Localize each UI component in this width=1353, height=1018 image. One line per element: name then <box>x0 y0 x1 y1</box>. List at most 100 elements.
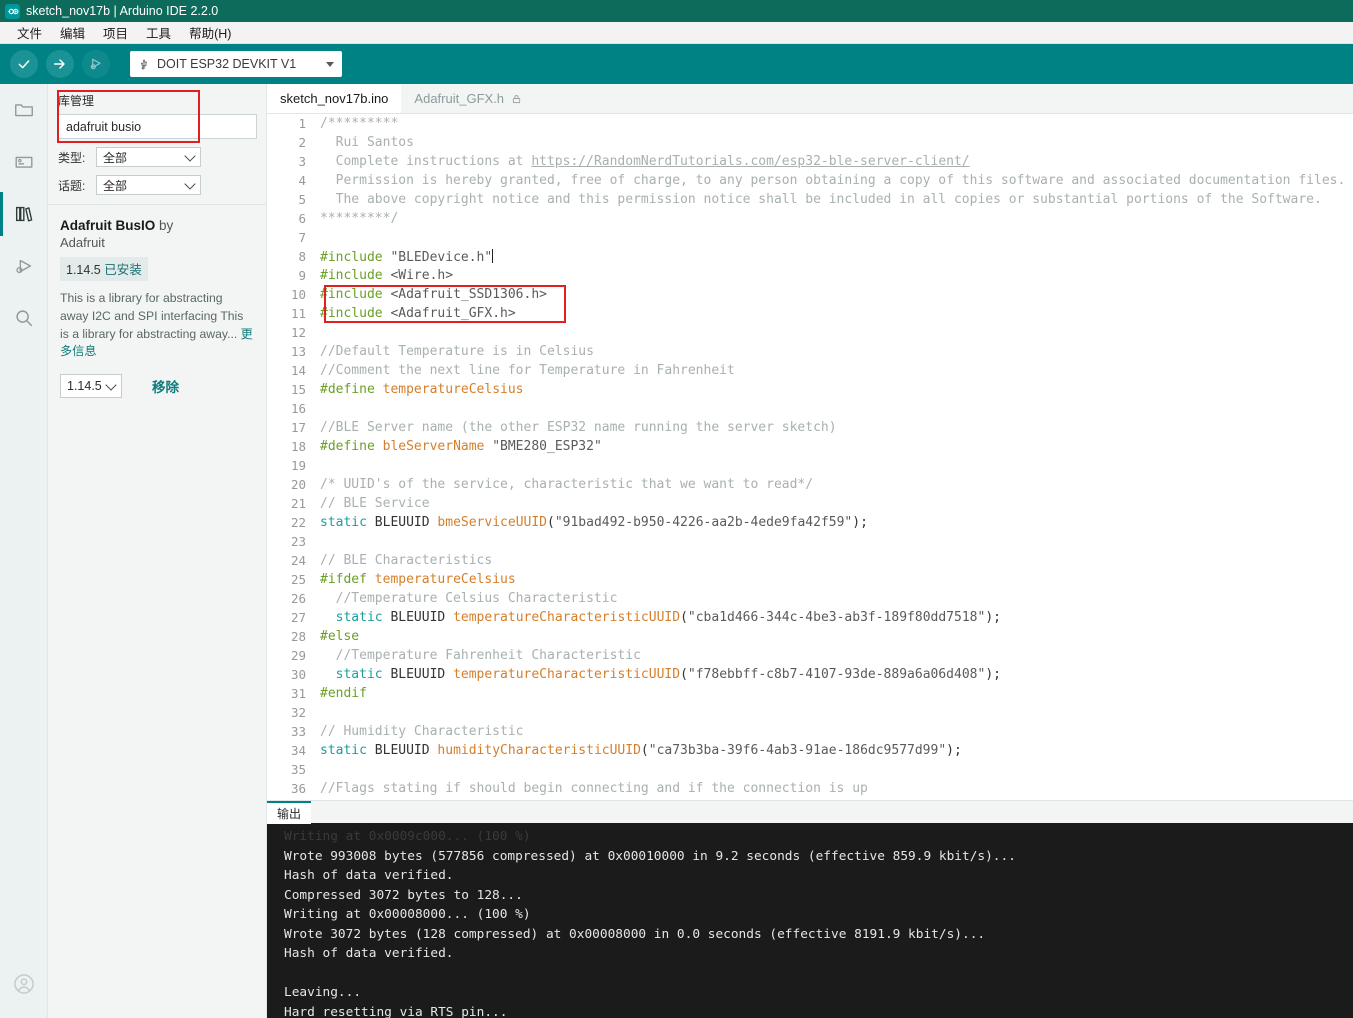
filter-topic[interactable]: 全部 <box>96 175 201 195</box>
code-line: 19 <box>267 456 1353 475</box>
code-line: 36 //Flags stating if should begin connec… <box>267 779 1353 798</box>
menu-file[interactable]: 文件 <box>8 23 51 42</box>
sidebar-item-search[interactable] <box>0 292 48 344</box>
filter-topic-label: 话题: <box>58 178 86 193</box>
remove-button[interactable]: 移除 <box>152 376 179 396</box>
line-number: 19 <box>290 458 306 473</box>
tab-sketch-ino[interactable]: sketch_nov17b.ino <box>267 84 402 113</box>
library-name-row: Adafruit BusIO by <box>60 217 254 235</box>
sidebar-item-debug[interactable] <box>0 240 48 292</box>
code-line: 34 static BLEUUID humidityCharacteristicU… <box>267 741 1353 760</box>
main-toolbar: DOIT ESP32 DEVKIT V1 <box>0 44 1353 84</box>
code-line: 5 The above copyright notice and this pe… <box>267 190 1353 209</box>
editor-tab-bar: sketch_nov17b.ino Adafruit_GFX.h <box>267 84 1353 114</box>
tab-output[interactable]: 输出 <box>267 800 312 824</box>
code-text: #include <Wire.h> <box>320 268 454 283</box>
library-search-value: adafruit busio <box>66 119 142 134</box>
code-lines: 1/********* 2 Rui Santos 3 Complete instru… <box>267 114 1353 798</box>
output-console[interactable]: Writing at 0x0009c000... (100 %) Wrote 99… <box>267 823 1353 1018</box>
sidebar-item-boards-manager[interactable] <box>0 136 48 188</box>
code-text: //Flags stating if should begin connecti… <box>320 781 868 796</box>
menu-edit[interactable]: 编辑 <box>51 23 94 42</box>
code-text: static BLEUUID temperatureCharacteristic… <box>335 667 1001 682</box>
code-text: static BLEUUID temperatureCharacteristic… <box>335 610 1001 625</box>
sidebar-item-library-manager[interactable] <box>0 188 48 240</box>
line-number: 29 <box>290 648 306 663</box>
output-tab-bar: 输出 <box>267 800 1353 824</box>
code-line: 20 /* UUID's of the service, characterist… <box>267 475 1353 494</box>
output-line: Hash of data verified. <box>284 946 454 961</box>
code-line: 4 Permission is hereby granted, free of … <box>267 171 1353 190</box>
output-line: Wrote 993008 bytes (577856 compressed) a… <box>284 848 1016 864</box>
code-text: #define temperatureCelsius <box>320 382 524 397</box>
verify-button[interactable] <box>10 50 38 78</box>
menu-tools[interactable]: 工具 <box>137 23 180 42</box>
version-selector[interactable]: 1.14.5 <box>60 373 122 398</box>
code-line: 10 #include <Adafruit_SSD1306.h> <box>267 285 1353 304</box>
chevron-down-icon <box>184 178 196 190</box>
board-selector[interactable]: DOIT ESP32 DEVKIT V1 <box>130 51 342 77</box>
code-line: 17 //BLE Server name (the other ESP32 nam… <box>267 418 1353 437</box>
account-circle-icon[interactable] <box>0 960 48 1008</box>
code-line: 3 Complete instructions at https://Rando… <box>267 152 1353 171</box>
code-text: #include <Adafruit_GFX.h> <box>320 306 516 321</box>
library-search-input[interactable]: adafruit busio <box>58 114 257 139</box>
code-line: 32 <box>267 703 1353 722</box>
filter-type-value: 全部 <box>103 150 128 165</box>
line-number: 16 <box>290 401 306 416</box>
sidebar-item-sketchbook[interactable] <box>0 84 48 136</box>
lock-icon <box>511 93 522 105</box>
arduino-ide-window: sketch_nov17b | Arduino IDE 2.2.0 文件 编辑 … <box>0 0 1353 1018</box>
filter-topic-value: 全部 <box>103 178 128 193</box>
code-line: 13 //Default Temperature is in Celsius <box>267 342 1353 361</box>
output-line: Leaving... <box>284 985 362 1000</box>
line-number: 31 <box>290 686 306 701</box>
line-number: 27 <box>290 610 306 625</box>
output-line: Writing at 0x00008000... (100 %) <box>284 907 531 922</box>
code-text: /* UUID's of the service, characteristic… <box>320 477 814 492</box>
line-number: 33 <box>290 724 306 739</box>
code-line: 25 #ifdef temperatureCelsius <box>267 570 1353 589</box>
code-text: //Temperature Celsius Characteristic <box>320 591 618 606</box>
line-number: 30 <box>290 667 306 682</box>
code-text: //Default Temperature is in Celsius <box>320 344 594 359</box>
menu-help[interactable]: 帮助(H) <box>180 23 240 42</box>
library-name: Adafruit BusIO <box>60 218 156 233</box>
code-line: 15 #define temperatureCelsius <box>267 380 1353 399</box>
code-line: 33 // Humidity Characteristic <box>267 722 1353 741</box>
window-title: sketch_nov17b | Arduino IDE 2.2.0 <box>26 4 219 18</box>
filter-type[interactable]: 全部 <box>96 147 201 167</box>
line-number: 22 <box>290 515 306 530</box>
filter-type-row: 类型: 全部 <box>58 147 266 167</box>
line-number: 24 <box>290 553 306 568</box>
code-line: 29 //Temperature Fahrenheit Characterist… <box>267 646 1353 665</box>
line-number: 13 <box>290 344 306 359</box>
line-number: 7 <box>298 230 306 245</box>
code-text: *********/ <box>320 211 399 226</box>
filter-type-label: 类型: <box>58 150 86 165</box>
library-card: Adafruit BusIO by Adafruit 1.14.5 已安装 Th… <box>48 205 266 398</box>
line-number: 14 <box>290 363 306 378</box>
debug-button[interactable] <box>82 50 110 78</box>
code-line: 23 <box>267 532 1353 551</box>
code-text: //BLE Server name (the other ESP32 name … <box>320 420 837 435</box>
line-number: 26 <box>290 591 306 606</box>
tab-adafruit-gfx-h-label: Adafruit_GFX.h <box>414 91 505 106</box>
version-selected-value: 1.14.5 <box>67 378 102 393</box>
tab-adafruit-gfx-h[interactable]: Adafruit_GFX.h <box>401 84 535 113</box>
code-text: static BLEUUID humidityCharacteristicUUI… <box>320 743 962 758</box>
line-number: 28 <box>290 629 306 644</box>
library-description: This is a library for abstracting away I… <box>60 290 254 361</box>
line-number: 21 <box>290 496 306 511</box>
code-text: #else <box>320 629 360 644</box>
code-line: 22 static BLEUUID bmeServiceUUID("91bad49… <box>267 513 1353 532</box>
code-line: 8 #include "BLEDevice.h" <box>267 247 1353 266</box>
code-line: 16 <box>267 399 1353 418</box>
output-line: Writing at 0x0009c000... (100 %) <box>284 829 531 844</box>
line-number: 34 <box>290 743 306 758</box>
code-line: 31 #endif <box>267 684 1353 703</box>
code-editor[interactable]: 1/********* 2 Rui Santos 3 Complete instru… <box>267 114 1353 800</box>
upload-button[interactable] <box>46 50 74 78</box>
badge-status: 已安装 <box>104 263 142 278</box>
menu-sketch[interactable]: 项目 <box>94 23 137 42</box>
